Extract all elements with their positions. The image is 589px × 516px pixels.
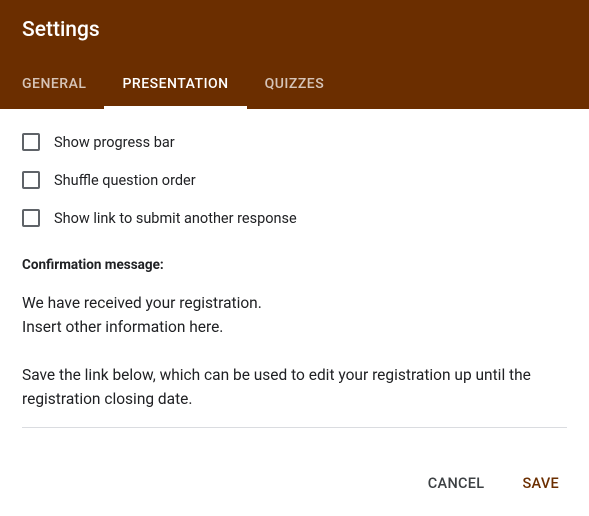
checkbox-icon <box>22 209 40 227</box>
dialog-header: Settings GENERAL PRESENTATION QUIZZES <box>0 0 589 109</box>
settings-dialog: Settings GENERAL PRESENTATION QUIZZES Sh… <box>0 0 589 516</box>
option-shuffle-question-order[interactable]: Shuffle question order <box>22 171 567 189</box>
tab-general[interactable]: GENERAL <box>22 64 104 109</box>
dialog-footer: CANCEL SAVE <box>0 451 589 516</box>
tab-presentation[interactable]: PRESENTATION <box>104 64 246 109</box>
dialog-content: Show progress bar Shuffle question order… <box>0 109 589 451</box>
dialog-title: Settings <box>22 18 567 42</box>
option-show-submit-another-link[interactable]: Show link to submit another response <box>22 209 567 227</box>
cancel-button[interactable]: CANCEL <box>424 469 489 498</box>
option-label: Shuffle question order <box>54 172 196 189</box>
checkbox-icon <box>22 133 40 151</box>
tabs: GENERAL PRESENTATION QUIZZES <box>22 64 567 109</box>
confirmation-message-label: Confirmation message: <box>22 257 567 273</box>
option-label: Show link to submit another response <box>54 210 297 227</box>
tab-quizzes[interactable]: QUIZZES <box>247 64 343 109</box>
save-button[interactable]: SAVE <box>518 469 563 498</box>
confirmation-message-input[interactable]: We have received your registration. Inse… <box>22 291 567 428</box>
option-show-progress-bar[interactable]: Show progress bar <box>22 133 567 151</box>
option-label: Show progress bar <box>54 134 175 151</box>
checkbox-icon <box>22 171 40 189</box>
